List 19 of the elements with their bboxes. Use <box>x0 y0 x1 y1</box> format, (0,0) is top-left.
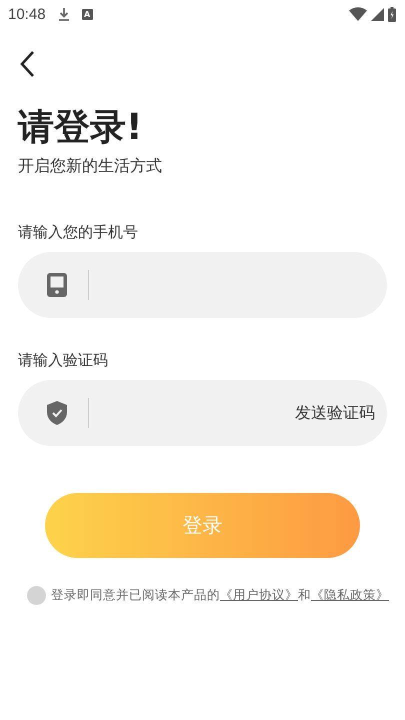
shield-icon <box>47 401 67 425</box>
page-title: 请登录! <box>18 106 144 150</box>
field-label: 请输入验证码 <box>18 351 109 370</box>
phone-icon <box>47 273 67 297</box>
signal-icon <box>371 8 384 20</box>
send-code-button[interactable]: 发送验证码 <box>295 402 375 424</box>
policy-link[interactable]: 《隐私政策》 <box>311 587 389 602</box>
clock-time: 10:48 <box>8 6 46 22</box>
back-button[interactable] <box>19 50 35 78</box>
download-icon <box>58 7 70 21</box>
agree-checkbox[interactable] <box>27 586 46 605</box>
wifi-icon <box>349 7 367 21</box>
notification-icon: A <box>82 8 93 20</box>
policy-link[interactable]: 《用户协议》 <box>220 587 298 602</box>
field-label: 请输入您的手机号 <box>18 223 139 242</box>
input-field[interactable]: 发送验证码 <box>18 380 387 446</box>
agreement-text: 登录即同意并已阅读本产品的《用户协议》和《隐私政策》 <box>51 587 389 604</box>
battery-icon <box>388 6 396 22</box>
subtitle: 开启您新的生活方式 <box>18 156 163 177</box>
